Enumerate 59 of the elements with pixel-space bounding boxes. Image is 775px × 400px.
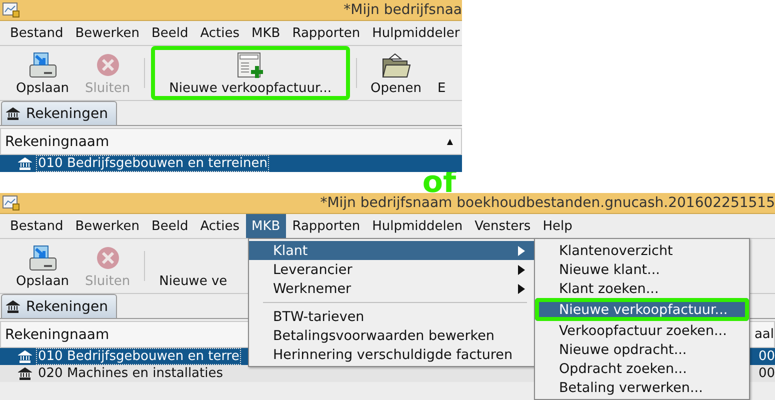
column-header[interactable]: Rekeningnaam ▲ bbox=[0, 128, 462, 155]
menu-item[interactable]: Betalingsvoorwaarden bewerken bbox=[249, 326, 535, 345]
menu-item[interactable]: Beeld bbox=[145, 214, 194, 238]
menu-item[interactable]: Vensters bbox=[468, 214, 537, 238]
tab[interactable]: Rekeningen bbox=[1, 101, 117, 125]
menu-item[interactable]: Klantenoverzicht bbox=[535, 241, 749, 260]
column-title: aal bbox=[754, 327, 774, 342]
bank-icon bbox=[18, 350, 32, 363]
menu-item[interactable]: Bestand bbox=[4, 214, 70, 238]
app-icon bbox=[2, 2, 20, 18]
column-title: Rekeningnaam bbox=[5, 134, 110, 150]
menu-item[interactable]: Klant zoeken... bbox=[535, 279, 749, 298]
account-row[interactable]: 010 Bedrijfsgebouwen en terreinen bbox=[0, 155, 462, 172]
account-name: 020 Machines en installaties bbox=[37, 365, 224, 382]
toolbar-button[interactable]: Opslaan bbox=[8, 46, 78, 100]
folder-icon bbox=[381, 50, 412, 80]
menu-item[interactable]: Acties bbox=[194, 21, 246, 45]
menu-item[interactable]: Werknemer bbox=[249, 279, 535, 298]
menu-item[interactable]: Leverancier bbox=[249, 260, 535, 279]
bank-icon bbox=[6, 300, 20, 313]
tab[interactable]: Rekeningen bbox=[1, 294, 117, 318]
menu-item[interactable]: Bestand bbox=[4, 21, 70, 45]
toolbar-button[interactable]: Nieuwe verkoopfactuur... bbox=[151, 46, 350, 100]
menu-item[interactable]: Rapporten bbox=[286, 214, 366, 238]
menu-item[interactable]: Hulpmiddeler bbox=[366, 21, 462, 45]
table-cell: 00 bbox=[758, 349, 775, 364]
column-title: Rekeningnaam bbox=[5, 326, 110, 342]
menu-item[interactable]: Nieuwe verkoopfactuur... bbox=[535, 298, 749, 321]
menu-item[interactable]: Hulpmiddelen bbox=[366, 214, 469, 238]
menu-item[interactable]: Acties bbox=[194, 214, 246, 238]
menu-item[interactable]: Nieuwe klant... bbox=[535, 260, 749, 279]
menu-item[interactable]: BTW-tarieven bbox=[249, 307, 535, 326]
menu-item[interactable]: Beeld bbox=[145, 21, 194, 45]
menu-item[interactable]: Klant bbox=[249, 241, 535, 260]
menu-item[interactable]: Bewerken bbox=[69, 21, 146, 45]
bank-icon bbox=[6, 107, 20, 120]
menu-item[interactable]: MKB bbox=[246, 21, 286, 45]
menu-item[interactable]: Rapporten bbox=[286, 21, 366, 45]
window-title: *Mijn bedrijfsnaam boekhoudbestanden.gnucash.201602251515 bbox=[320, 195, 775, 211]
bank-icon bbox=[18, 157, 32, 170]
toolbar-button[interactable]: Openen bbox=[362, 46, 430, 100]
table-cell: 00 bbox=[758, 366, 775, 381]
window-title: *Mijn bedrijfsnaa bbox=[344, 2, 462, 18]
menu-item[interactable]: Herinnering verschuldigde facturen bbox=[249, 345, 535, 364]
toolbar-button[interactable]: Opslaan bbox=[8, 239, 78, 293]
save-icon bbox=[28, 50, 58, 80]
toolbar-button[interactable]: Nieuwe ve bbox=[151, 239, 236, 293]
save-icon bbox=[28, 244, 58, 274]
app-icon bbox=[2, 195, 20, 211]
menu-item[interactable]: Help bbox=[536, 214, 578, 238]
sort-indicator: ▲ bbox=[446, 137, 453, 146]
menu-item[interactable]: Bewerken bbox=[69, 214, 146, 238]
toolbar-button[interactable]: E bbox=[430, 46, 454, 100]
menu-item[interactable]: Verkoopfactuur zoeken... bbox=[535, 321, 749, 340]
invoice-add-icon bbox=[235, 50, 266, 80]
account-name: 010 Bedrijfsgebouwen en terreinen bbox=[36, 155, 270, 172]
menu-item[interactable]: MKB bbox=[246, 214, 286, 238]
bank-icon bbox=[18, 367, 32, 380]
menu-item[interactable]: Nieuwe opdracht... bbox=[535, 340, 749, 359]
